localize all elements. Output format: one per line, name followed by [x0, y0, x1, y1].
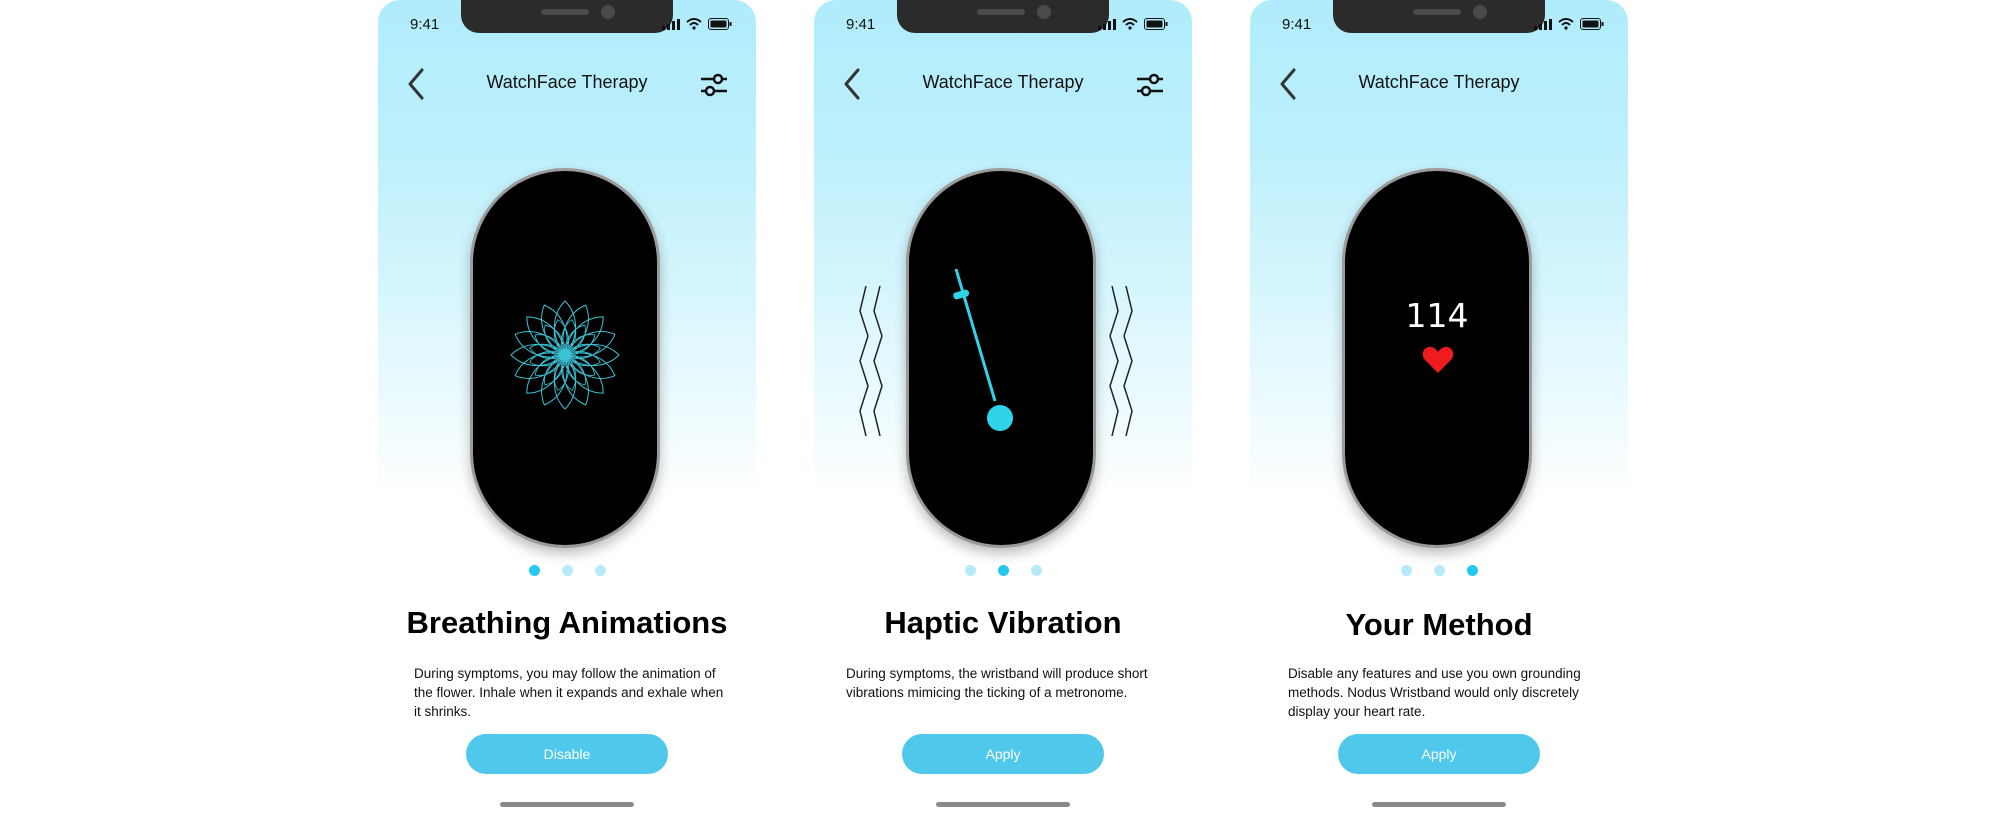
signal-icon — [662, 19, 680, 30]
page-dot-1[interactable] — [964, 565, 976, 576]
phone-screen-your-method: 9:41 WatchFace Therapy 114 Your Method D… — [1250, 0, 1628, 819]
heart-icon — [1422, 346, 1454, 373]
battery-icon — [708, 18, 732, 30]
status-time: 9:41 — [1282, 16, 1312, 33]
vibration-lines-left-icon — [859, 286, 883, 436]
page-dot-2[interactable] — [561, 565, 573, 576]
wristband-display: 114 — [1342, 168, 1532, 548]
wristband-display — [470, 168, 660, 548]
battery-icon — [1580, 18, 1604, 30]
phone-screen-haptic: 9:41 WatchFace Therapy Haptic Vibration … — [814, 0, 1192, 819]
feature-description: Disable any features and use you own gro… — [1288, 666, 1581, 719]
disable-button[interactable]: Disable — [466, 734, 668, 774]
home-indicator[interactable] — [500, 802, 634, 807]
page-dot-3[interactable] — [1030, 565, 1042, 576]
status-icons — [1534, 18, 1604, 30]
feature-description: During symptoms, you may follow the anim… — [414, 666, 724, 719]
page-dot-3[interactable] — [594, 565, 606, 576]
settings-sliders-icon[interactable] — [700, 70, 728, 100]
flower-animation-icon — [510, 300, 620, 410]
status-icons — [1098, 18, 1168, 30]
page-indicator — [814, 565, 1192, 576]
settings-sliders-icon[interactable] — [1136, 70, 1164, 100]
notch — [461, 0, 673, 33]
status-time: 9:41 — [846, 16, 876, 33]
status-icons — [662, 18, 732, 30]
wifi-icon — [1122, 18, 1138, 30]
page-dot-2[interactable] — [1433, 565, 1445, 576]
feature-heading: Breathing Animations — [406, 605, 728, 640]
apply-button[interactable]: Apply — [1338, 734, 1540, 774]
notch — [1333, 0, 1545, 33]
signal-icon — [1098, 19, 1116, 30]
heart-rate-value: 114 — [1405, 296, 1469, 335]
metronome-icon — [953, 268, 1013, 431]
notch — [897, 0, 1109, 33]
apply-button[interactable]: Apply — [902, 734, 1104, 774]
header-title: WatchFace Therapy — [1358, 72, 1520, 92]
home-indicator[interactable] — [1372, 802, 1506, 807]
wifi-icon — [1558, 18, 1574, 30]
signal-icon — [1534, 19, 1552, 30]
feature-heading: Your Method — [1345, 607, 1533, 642]
page-dot-2[interactable] — [997, 565, 1009, 576]
feature-description: During symptoms, the wristband will prod… — [846, 666, 1148, 700]
phone-screen-breathing: 9:41 WatchFace Therapy Breathing Animati… — [378, 0, 756, 819]
home-indicator[interactable] — [936, 802, 1070, 807]
feature-heading: Haptic Vibration — [884, 605, 1122, 640]
wristband-display — [906, 168, 1096, 548]
page-indicator — [1250, 565, 1628, 576]
vibration-lines-right-icon — [1109, 286, 1133, 436]
wifi-icon — [686, 18, 702, 30]
page-dot-1[interactable] — [1400, 565, 1412, 576]
page-indicator — [378, 565, 756, 576]
page-dot-1[interactable] — [528, 565, 540, 576]
battery-icon — [1144, 18, 1168, 30]
page-dot-3[interactable] — [1466, 565, 1478, 576]
status-time: 9:41 — [410, 16, 440, 33]
